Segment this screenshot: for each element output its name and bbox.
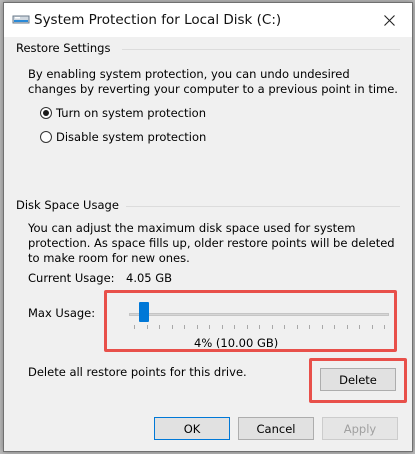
radio-unchecked-icon <box>40 131 52 143</box>
radio-checked-icon <box>40 107 52 119</box>
disable-protection-label: Disable system protection <box>56 130 207 144</box>
window-title: System Protection for Local Disk (C:) <box>34 12 282 28</box>
cancel-button[interactable]: Cancel <box>238 417 314 440</box>
close-icon <box>383 14 395 26</box>
disk-space-description: You can adjust the maximum disk space us… <box>28 221 395 265</box>
disk-space-divider <box>126 206 400 207</box>
apply-button[interactable]: Apply <box>322 417 398 440</box>
slider-highlight-box <box>104 290 397 352</box>
close-button[interactable] <box>366 3 412 37</box>
restore-settings-divider <box>122 49 400 50</box>
current-usage-label: Current Usage: <box>28 271 115 285</box>
restore-settings-description: By enabling system protection, you can u… <box>28 67 398 96</box>
ok-button[interactable]: OK <box>154 417 230 440</box>
disable-protection-radio[interactable]: Disable system protection <box>40 130 206 144</box>
title-bar: System Protection for Local Disk (C:) <box>4 3 412 37</box>
disk-space-title: Disk Space Usage <box>16 198 119 212</box>
system-protection-dialog: System Protection for Local Disk (C:) Re… <box>3 2 413 452</box>
current-usage-value: 4.05 GB <box>126 271 173 285</box>
delete-description: Delete all restore points for this drive… <box>28 365 247 379</box>
turn-on-protection-radio[interactable]: Turn on system protection <box>40 106 206 120</box>
turn-on-protection-label: Turn on system protection <box>56 106 206 120</box>
delete-button[interactable]: Delete <box>320 368 396 391</box>
max-usage-label: Max Usage: <box>28 306 96 320</box>
restore-settings-title: Restore Settings <box>16 41 111 55</box>
drive-icon <box>12 12 30 26</box>
